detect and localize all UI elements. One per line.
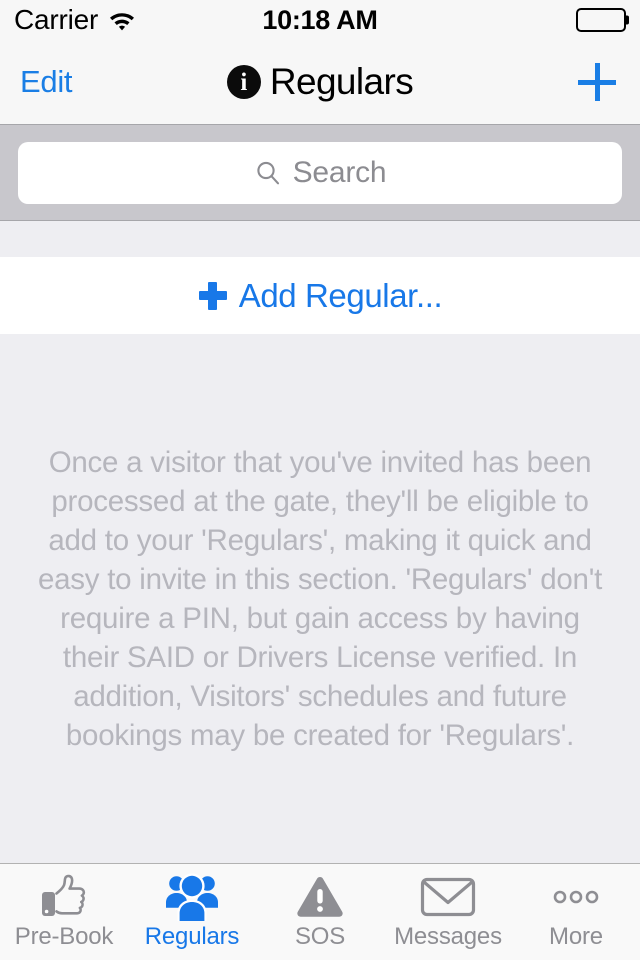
status-bar: Carrier 10:18 AM xyxy=(0,0,640,40)
edit-button[interactable]: Edit xyxy=(20,64,73,100)
navigation-bar: Edit i Regulars xyxy=(0,40,640,125)
tab-messages[interactable]: Messages xyxy=(384,864,512,960)
list-top-spacer xyxy=(0,221,640,257)
tab-label-pre-book: Pre-Book xyxy=(14,923,114,950)
navigation-title-group: i Regulars xyxy=(0,40,640,124)
search-placeholder: Search xyxy=(292,155,387,189)
status-bar-left: Carrier xyxy=(14,4,137,36)
search-input[interactable]: Search xyxy=(18,141,622,204)
tab-bar: Pre-Book Regulars SOS Messages More xyxy=(0,863,640,960)
add-regular-row[interactable]: Add Regular... xyxy=(0,257,640,334)
tab-label-messages: Messages xyxy=(394,923,502,950)
search-bar: Search xyxy=(0,125,640,221)
tab-sos[interactable]: SOS xyxy=(256,864,384,960)
add-regular-label: Add Regular... xyxy=(238,276,443,314)
ellipsis-icon xyxy=(550,871,602,923)
tab-more[interactable]: More xyxy=(512,864,640,960)
info-circle-icon[interactable]: i xyxy=(226,65,261,99)
page-title: Regulars xyxy=(269,61,414,102)
thumbs-up-icon xyxy=(38,871,90,923)
main-content: Add Regular... Once a visitor that you'v… xyxy=(0,221,640,863)
people-group-icon xyxy=(164,871,220,923)
tab-label-more: More xyxy=(549,923,603,950)
envelope-icon xyxy=(420,871,476,923)
tab-label-sos: SOS xyxy=(294,923,346,950)
battery-cap xyxy=(626,15,629,25)
carrier-label: Carrier xyxy=(14,4,99,35)
warning-triangle-icon xyxy=(294,871,346,923)
search-icon xyxy=(254,159,282,187)
add-regular-nav-button[interactable] xyxy=(574,59,620,105)
status-bar-right xyxy=(576,8,629,32)
tab-pre-book[interactable]: Pre-Book xyxy=(0,864,128,960)
tab-regulars[interactable]: Regulars xyxy=(128,864,256,960)
app-screen: Carrier 10:18 AM Edit i Regulars Search … xyxy=(0,0,640,960)
tab-label-regulars: Regulars xyxy=(144,923,240,950)
empty-state-message: Once a visitor that you've invited has b… xyxy=(37,445,603,752)
empty-state: Once a visitor that you've invited has b… xyxy=(0,334,640,863)
wifi-icon xyxy=(107,9,137,31)
plus-icon xyxy=(198,281,228,311)
battery-full-icon xyxy=(576,8,629,32)
